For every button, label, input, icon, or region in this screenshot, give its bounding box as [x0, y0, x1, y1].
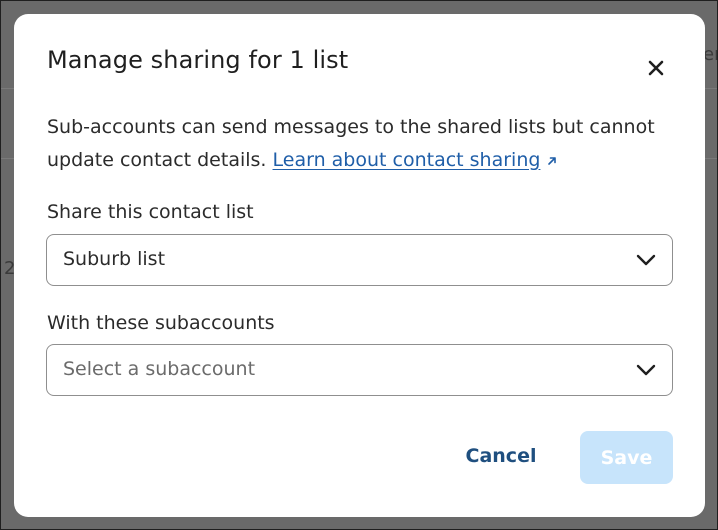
background-text-fragment: er: [703, 44, 718, 65]
dialog-title: Manage sharing for 1 list: [47, 46, 349, 74]
learn-about-sharing-link[interactable]: Learn about contact sharing: [273, 149, 541, 171]
save-button[interactable]: Save: [580, 431, 673, 484]
contact-list-value: Suburb list: [63, 248, 166, 270]
close-button[interactable]: [640, 52, 672, 84]
subaccount-select[interactable]: Select a subaccount: [46, 344, 673, 396]
chevron-down-icon: [636, 364, 656, 376]
dialog-description: Sub-accounts can send messages to the sh…: [47, 111, 687, 177]
close-icon: [648, 60, 664, 76]
subaccounts-label: With these subaccounts: [47, 312, 275, 334]
contact-list-select[interactable]: Suburb list: [46, 234, 673, 286]
chevron-down-icon: [636, 254, 656, 266]
learn-link-label: Learn about contact sharing: [272, 149, 541, 171]
share-list-label: Share this contact list: [47, 201, 254, 223]
subaccount-placeholder: Select a subaccount: [63, 358, 256, 380]
external-link-icon: [548, 156, 557, 165]
share-dialog: Manage sharing for 1 list Sub-accounts c…: [14, 14, 705, 517]
cancel-button[interactable]: Cancel: [451, 433, 551, 479]
